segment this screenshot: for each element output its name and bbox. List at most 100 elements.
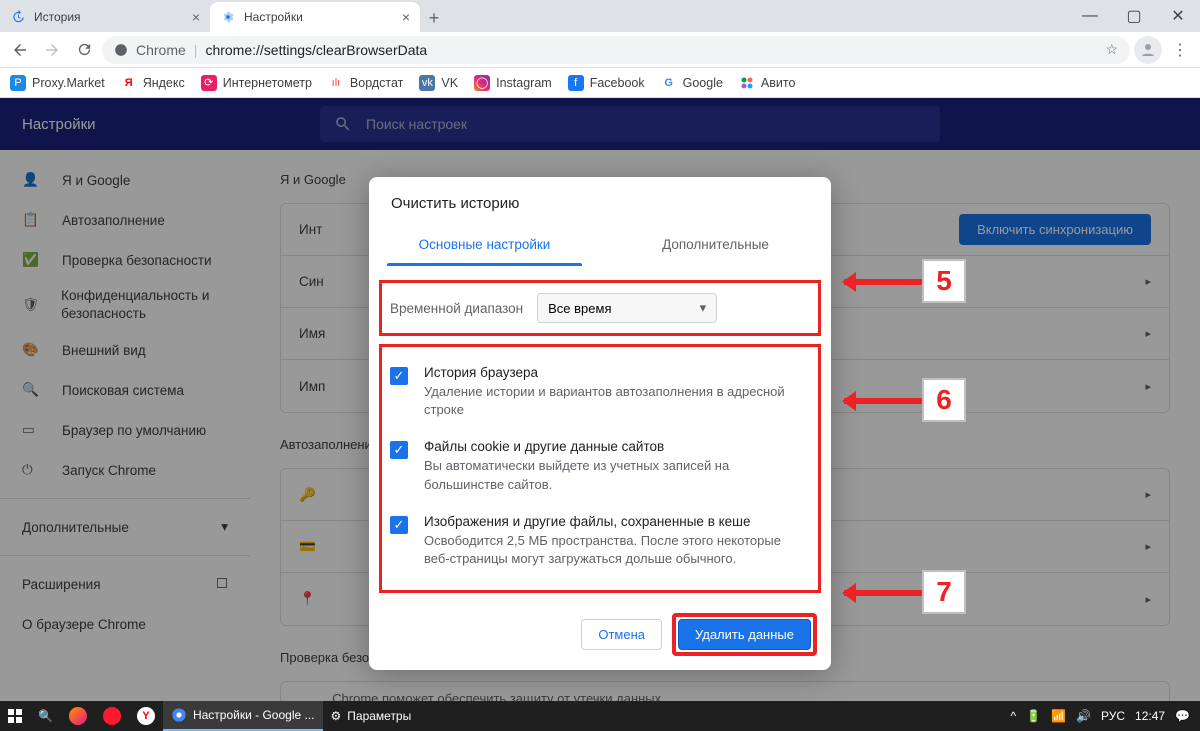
bookmark-item[interactable]: ılıВордстат (328, 75, 404, 91)
bookmark-label: Instagram (496, 76, 552, 90)
bookmark-item[interactable]: vk VK (419, 75, 458, 91)
bookmark-label: Интернетометр (223, 76, 312, 90)
taskbar-opera-icon[interactable] (95, 701, 129, 731)
taskbar-firefox-icon[interactable] (61, 701, 95, 731)
tab-basic[interactable]: Основные настройки (369, 222, 600, 266)
time-range-select[interactable]: Все время ▾ (537, 293, 717, 323)
clear-browsing-data-dialog: Очистить историю Основные настройки Допо… (369, 177, 831, 670)
chrome-icon (114, 43, 128, 57)
profile-button[interactable] (1134, 36, 1162, 64)
tray-chevron-icon[interactable]: ^ (1010, 709, 1016, 723)
checkbox-checked[interactable]: ✓ (390, 367, 408, 385)
annotation-number: 7 (922, 570, 966, 614)
option-row[interactable]: ✓ История браузера Удаление истории и ва… (390, 355, 810, 429)
bookmark-label: Facebook (590, 76, 645, 90)
volume-icon[interactable]: 🔊 (1076, 709, 1091, 723)
option-title: Изображения и другие файлы, сохраненные … (424, 514, 810, 529)
dialog-tabs: Основные настройки Дополнительные (369, 222, 831, 266)
tab-strip: История × Настройки × + ― ▢ ✕ (0, 0, 1200, 32)
window-controls: ― ▢ ✕ (1068, 0, 1200, 32)
bookmark-icon: f (568, 75, 584, 91)
windows-taskbar: 🔍 Y Настройки - Google ... ⚙ Параметры ^… (0, 701, 1200, 731)
taskbar-yandex-icon[interactable]: Y (129, 701, 163, 731)
bookmark-item[interactable]: P Proxy.Market (10, 75, 105, 91)
tab-label: Дополнительные (662, 237, 769, 252)
history-icon (10, 9, 26, 25)
chevron-down-icon: ▾ (700, 300, 707, 316)
time-range-label: Временной диапазон (390, 301, 523, 316)
bookmark-item[interactable]: ⟳ Интернетометр (201, 75, 312, 91)
divider: | (194, 42, 198, 58)
new-tab-button[interactable]: + (420, 4, 448, 32)
battery-icon[interactable]: 🔋 (1026, 709, 1041, 723)
option-desc: Освободится 2,5 МБ пространства. После э… (424, 532, 810, 568)
annotation-arrow (844, 590, 922, 596)
browser-tab-settings[interactable]: Настройки × (210, 2, 420, 32)
bookmark-item[interactable]: G Google (661, 75, 723, 91)
option-title: История браузера (424, 365, 810, 380)
bookmarks-bar: P Proxy.Market Я Яндекс ⟳ Интернетометр ılı… (0, 68, 1200, 98)
reload-button[interactable] (70, 36, 98, 64)
annotation-number: 6 (922, 378, 966, 422)
bookmark-icon: ılı (328, 75, 344, 91)
bookmark-icon: Я (121, 75, 137, 91)
option-desc: Вы автоматически выйдете из учетных запи… (424, 457, 810, 493)
tab-label: Основные настройки (419, 237, 551, 252)
back-button[interactable] (6, 36, 34, 64)
tray-language[interactable]: РУС (1101, 709, 1125, 723)
forward-button[interactable] (38, 36, 66, 64)
option-row[interactable]: ✓ Файлы cookie и другие данные сайтов Вы… (390, 429, 810, 503)
dialog-title: Очистить историю (369, 177, 831, 222)
taskbar-app-label: Настройки - Google ... (193, 708, 315, 722)
tab-advanced[interactable]: Дополнительные (600, 222, 831, 266)
delete-data-button[interactable]: Удалить данные (678, 619, 811, 650)
bookmark-item[interactable]: ◯ Instagram (474, 75, 552, 91)
browser-toolbar: Chrome | chrome://settings/clearBrowserD… (0, 32, 1200, 68)
address-bar[interactable]: Chrome | chrome://settings/clearBrowserD… (102, 36, 1130, 64)
taskbar-chrome-app[interactable]: Настройки - Google ... (163, 701, 323, 731)
bookmark-icon (739, 75, 755, 91)
delete-button-highlight: Удалить данные (672, 613, 817, 656)
bookmark-icon: P (10, 75, 26, 91)
url-prefix: Chrome (136, 42, 186, 58)
close-window-button[interactable]: ✕ (1156, 0, 1200, 32)
annotation-arrow (844, 279, 922, 285)
bookmark-label: Google (683, 76, 723, 90)
browser-tab-history[interactable]: История × (0, 2, 210, 32)
tab-label: Настройки (244, 10, 303, 24)
notifications-icon[interactable]: 💬 (1175, 709, 1190, 723)
option-row[interactable]: ✓ Изображения и другие файлы, сохраненны… (390, 504, 810, 578)
bookmark-label: VK (441, 76, 458, 90)
close-icon[interactable]: × (402, 9, 410, 25)
network-icon[interactable]: 📶 (1051, 709, 1066, 723)
gear-icon: ⚙ (331, 709, 342, 723)
gear-icon (220, 9, 236, 25)
bookmark-star-icon[interactable]: ☆ (1105, 41, 1118, 58)
bookmark-icon: vk (419, 75, 435, 91)
bookmark-item[interactable]: Я Яндекс (121, 75, 185, 91)
dialog-buttons: Отмена Удалить данные (369, 593, 831, 656)
start-button[interactable] (0, 701, 30, 731)
maximize-button[interactable]: ▢ (1112, 0, 1156, 32)
bookmark-item[interactable]: Авито (739, 75, 796, 91)
bookmark-item[interactable]: f Facebook (568, 75, 645, 91)
taskbar-settings-app[interactable]: ⚙ Параметры (323, 701, 420, 731)
bookmark-icon: ◯ (474, 75, 490, 91)
system-tray: ^ 🔋 📶 🔊 РУС 12:47 💬 (1010, 709, 1200, 723)
bookmark-label: Proxy.Market (32, 76, 105, 90)
checkbox-checked[interactable]: ✓ (390, 441, 408, 459)
cancel-button[interactable]: Отмена (581, 619, 662, 650)
tray-clock[interactable]: 12:47 (1135, 709, 1165, 723)
taskbar-search-button[interactable]: 🔍 (30, 701, 61, 731)
bookmark-label: Яндекс (143, 76, 185, 90)
minimize-button[interactable]: ― (1068, 0, 1112, 32)
option-title: Файлы cookie и другие данные сайтов (424, 439, 810, 454)
close-icon[interactable]: × (192, 9, 200, 25)
select-value: Все время (548, 301, 611, 316)
bookmark-icon: ⟳ (201, 75, 217, 91)
taskbar-app-label: Параметры (347, 709, 411, 723)
menu-button[interactable]: ⋮ (1166, 36, 1194, 64)
bookmark-icon: G (661, 75, 677, 91)
checkbox-checked[interactable]: ✓ (390, 516, 408, 534)
url-text: chrome://settings/clearBrowserData (205, 42, 427, 58)
